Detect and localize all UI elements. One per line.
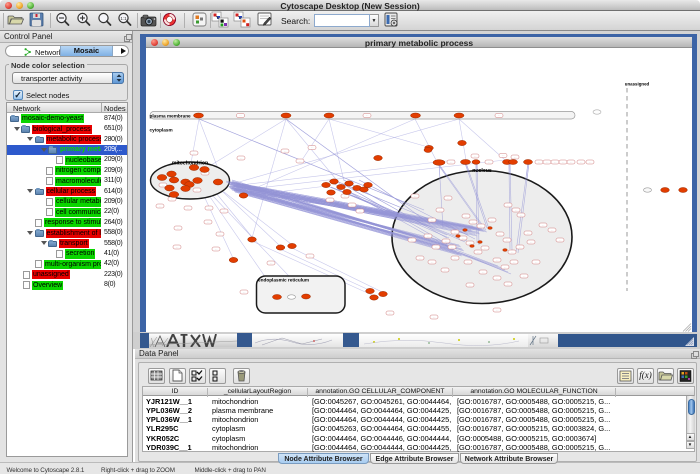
svg-text:···: ··· [177,226,180,230]
svg-text:···: ··· [546,160,549,164]
svg-text:···: ··· [515,208,518,212]
svg-text:···: ··· [215,247,218,251]
svg-text:···: ··· [462,236,465,240]
svg-text:···: ··· [504,265,507,269]
svg-text:···: ··· [389,311,392,315]
svg-text:···: ··· [482,270,485,274]
svg-text:···: ··· [551,228,554,232]
svg-text:···: ··· [439,208,442,212]
svg-text:cytoplasm: cytoplasm [150,128,173,133]
svg-text:···: ··· [467,260,470,264]
svg-text:···: ··· [472,220,475,224]
svg-text:···: ··· [507,203,510,207]
svg-text:···: ··· [431,218,434,222]
svg-text:···: ··· [538,160,541,164]
svg-text:···: ··· [520,213,523,217]
svg-text:1:1: 1:1 [120,16,127,21]
svg-text:···: ··· [496,308,499,312]
svg-text:···: ··· [433,315,436,319]
svg-text:···: ··· [219,232,222,236]
svg-text:···: ··· [187,206,190,210]
svg-text:···: ··· [329,198,332,202]
svg-text:···: ··· [580,160,583,164]
svg-text:···: ··· [454,256,457,260]
svg-text:···: ··· [523,274,526,278]
svg-text:plasma membrane: plasma membrane [150,113,192,118]
svg-text:···: ··· [496,276,499,280]
svg-text:···: ··· [498,114,501,118]
svg-text:···: ··· [488,160,491,164]
svg-text:···: ··· [414,194,417,198]
svg-text:···: ··· [589,160,592,164]
svg-text:···: ··· [207,220,210,224]
svg-text:···: ··· [162,183,165,187]
svg-text:···: ··· [469,283,472,287]
svg-text:···: ··· [243,290,246,294]
svg-text:···: ··· [454,230,457,234]
svg-text:···: ··· [447,196,450,200]
svg-text:···: ··· [351,203,354,207]
svg-text:···: ··· [359,209,362,213]
svg-text:···: ··· [474,154,477,158]
svg-text:unassigned: unassigned [625,82,650,87]
svg-text:···: ··· [159,204,162,208]
svg-text:···: ··· [239,114,242,118]
svg-text:···: ··· [171,197,174,201]
svg-text:···: ··· [419,256,422,260]
svg-text:···: ··· [451,245,454,249]
svg-text:···: ··· [496,258,499,262]
svg-text:···: ··· [559,238,562,242]
svg-text:···: ··· [527,231,530,235]
svg-text:···: ··· [208,206,211,210]
svg-text:···: ··· [511,250,514,254]
svg-text:···: ··· [299,159,302,163]
svg-text:···: ··· [411,238,414,242]
svg-text:···: ··· [311,146,314,150]
svg-text:···: ··· [223,209,226,213]
svg-text:···: ··· [513,260,516,264]
svg-text:···: ··· [444,268,447,272]
svg-text:···: ··· [240,156,243,160]
svg-text:···: ··· [570,160,573,164]
svg-text:mitochondrion: mitochondrion [172,161,208,167]
svg-text:···: ··· [465,214,468,218]
svg-text:···: ··· [270,261,273,265]
svg-text:···: ··· [484,246,487,250]
svg-text:endoplasmic reticulum: endoplasmic reticulum [258,278,309,283]
svg-text:nucleus: nucleus [472,168,492,174]
svg-text:···: ··· [445,239,448,243]
svg-text:···: ··· [499,232,502,236]
svg-text:···: ··· [477,250,480,254]
svg-text:···: ··· [196,188,199,192]
svg-text:···: ··· [507,282,510,286]
svg-text:···: ··· [427,234,430,238]
svg-text:···: ··· [542,223,545,227]
svg-text:···: ··· [193,151,196,155]
svg-text:···: ··· [480,224,483,228]
svg-text:···: ··· [514,155,517,159]
svg-text:···: ··· [366,114,369,118]
svg-text:···: ··· [450,160,453,164]
svg-text:···: ··· [530,240,533,244]
svg-text:···: ··· [502,154,505,158]
svg-text:···: ··· [562,160,565,164]
svg-text:···: ··· [506,238,509,242]
svg-text:···: ··· [554,160,557,164]
svg-text:···: ··· [519,245,522,249]
svg-text:···: ··· [176,245,179,249]
svg-text:···: ··· [491,218,494,222]
svg-text:···: ··· [435,245,438,249]
svg-text:···: ··· [431,260,434,264]
svg-text:···: ··· [309,254,312,258]
svg-text:···: ··· [535,260,538,264]
svg-text:···: ··· [284,149,287,153]
